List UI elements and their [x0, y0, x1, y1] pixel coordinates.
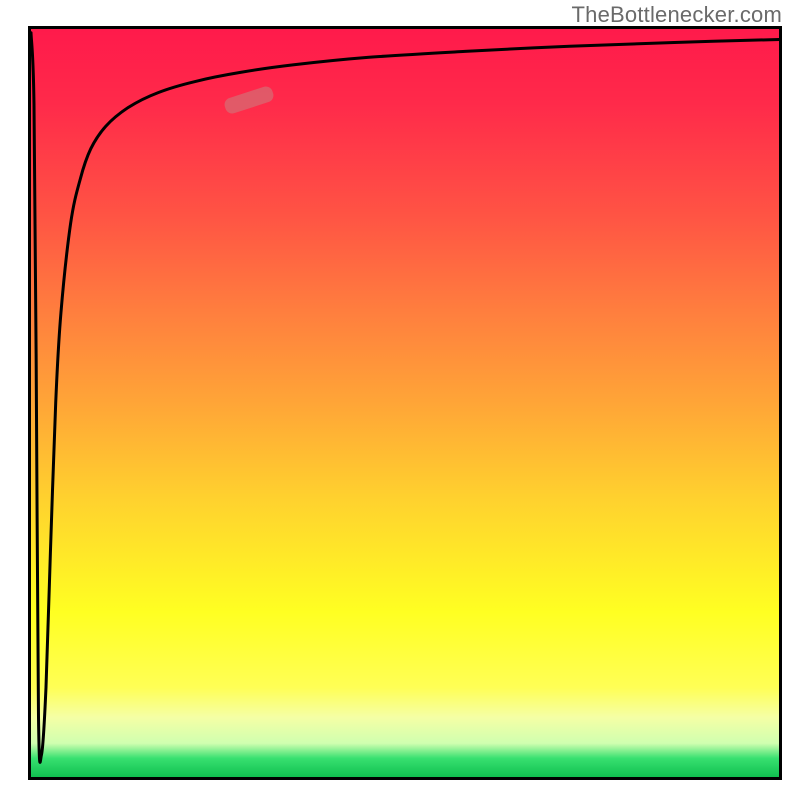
- watermark-text: TheBottlenecker.com: [572, 2, 782, 28]
- bottleneck-curve: [31, 29, 779, 777]
- plot-area: [28, 26, 782, 780]
- curve-path: [31, 33, 779, 763]
- highlight-marker: [223, 85, 275, 116]
